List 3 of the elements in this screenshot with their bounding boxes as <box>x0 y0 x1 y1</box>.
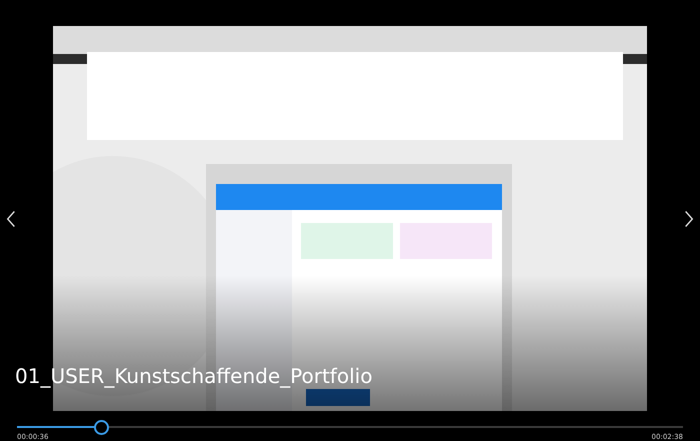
next-icon[interactable] <box>684 209 694 229</box>
seek-handle[interactable] <box>94 420 109 435</box>
previous-icon[interactable] <box>6 209 16 229</box>
